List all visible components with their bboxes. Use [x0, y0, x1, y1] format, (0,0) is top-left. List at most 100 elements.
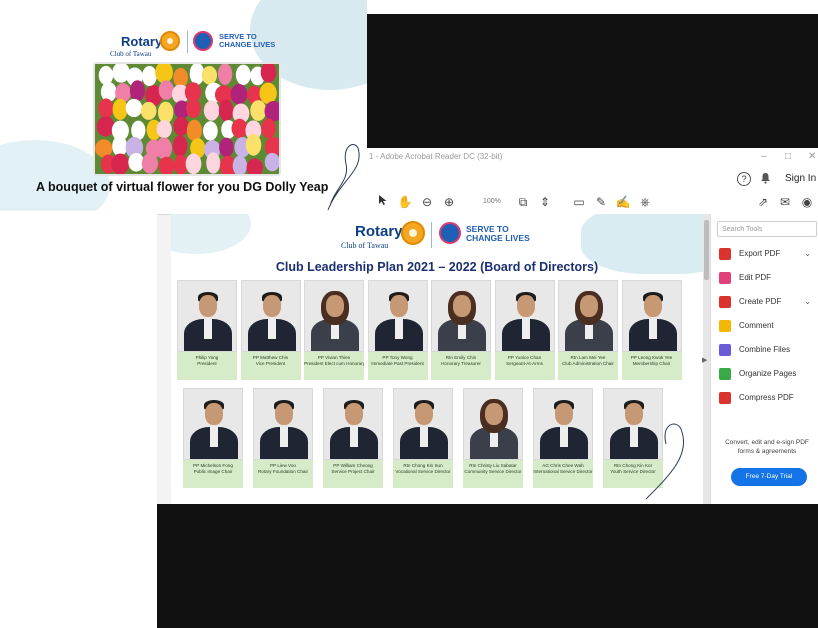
member-role: Rotary Foundation Chair [257, 468, 309, 474]
tool-create-pdf[interactable]: Create PDF ⌄ [719, 294, 817, 310]
member-caption: PP Vivian Thien President Elect cum Honor… [304, 352, 364, 380]
member-caption: PP Leong Kwok Yee Membership Chair [621, 352, 682, 380]
free-trial-button[interactable]: Free 7-Day Trial [731, 468, 807, 486]
tulip-flower [206, 152, 221, 174]
serve-to-change-lives-icon [439, 222, 461, 244]
scroll-icon[interactable]: ⇕ [537, 194, 553, 210]
promo-text: Convert, edit and e-sign PDF forms & agr… [725, 439, 809, 455]
theme-line-2: CHANGE LIVES [219, 39, 276, 49]
tulip-flower [128, 153, 145, 172]
tulip-flower [98, 98, 114, 119]
member-role: Vice President [255, 360, 286, 366]
sign-in-link[interactable]: Sign In [785, 173, 816, 184]
decorative-stroke [327, 144, 360, 211]
tool-combine-files[interactable]: Combine Files [719, 342, 817, 358]
serve-to-change-lives-icon [193, 31, 213, 51]
page-watercolor-left [171, 214, 251, 254]
member-caption: Rtn Christy Liu Sabatar Community Service… [463, 460, 523, 488]
tools-pane: Search Tools Export PDF ⌄ Edit PDF Create P… [710, 214, 818, 504]
tulip-flower [217, 64, 233, 85]
member-caption: Philip Yong President [177, 352, 237, 380]
collapse-pane-icon[interactable]: ▶ [702, 356, 707, 364]
tool-organize-pages[interactable]: Organize Pages [719, 366, 817, 382]
comment-icon[interactable]: ▭ [571, 194, 587, 210]
tulip-flower [98, 65, 114, 85]
close-button[interactable]: ✕ [808, 151, 816, 162]
tulip-flower [115, 83, 131, 103]
tool-label: Edit PDF [739, 273, 772, 282]
tulip-flower [185, 153, 202, 174]
member-role: Club Administration Chair [562, 360, 614, 366]
rotary-wheel-icon [160, 31, 180, 51]
member-role: Sergeant-At-Arms [506, 360, 543, 366]
search-tools-input[interactable]: Search Tools [717, 221, 817, 237]
member-role: Vocational Service Director [395, 468, 451, 474]
member-caption: Rtn Emily Chin Honorary Treasurer [431, 352, 491, 380]
tulip-flower [245, 134, 262, 156]
pdf-page: Rotary Club of Tawau SERVE TO CHANGE LIV… [171, 214, 703, 504]
share-icon[interactable]: ⇗ [755, 194, 771, 210]
scrollbar-thumb[interactable] [704, 220, 709, 280]
tulip-flower [230, 83, 248, 105]
logo-divider [187, 31, 188, 53]
tool-comment[interactable]: Comment [719, 318, 817, 334]
member-caption: PP William Cheong Service Project Chair [323, 460, 383, 488]
zoom-level-dropdown[interactable]: 100% [483, 198, 501, 205]
tulip-flower [219, 137, 234, 158]
tulip-flower [172, 135, 188, 157]
hand-icon[interactable]: ✋ [397, 194, 413, 210]
tulip-flower [96, 116, 115, 137]
tulip-flower [158, 101, 174, 124]
decorative-stroke [645, 423, 685, 500]
tool-icon [719, 272, 731, 284]
tulip-flower [201, 65, 218, 85]
tulip-flower [112, 98, 128, 120]
club-name: Club of Tawau [341, 241, 389, 250]
chevron-down-icon[interactable]: ⌄ [804, 246, 811, 262]
member-photo [463, 388, 523, 460]
pen-icon[interactable]: ✎ [593, 194, 609, 210]
tool-icon [719, 392, 731, 404]
rotary-wheel-icon [401, 221, 425, 245]
stamp-icon[interactable]: ⎈ [637, 194, 653, 210]
member-photo [393, 388, 453, 460]
tulips-picture [95, 64, 279, 174]
member-photo [183, 388, 243, 460]
tool-compress-pdf[interactable]: Compress PDF [719, 390, 817, 406]
member-photo [494, 280, 555, 352]
chevron-down-icon[interactable]: ⌄ [804, 294, 811, 310]
tool-edit-pdf[interactable]: Edit PDF [719, 270, 817, 286]
tool-label: Export PDF [739, 249, 781, 258]
minimize-button[interactable]: – [761, 151, 767, 162]
tulip-flower [95, 139, 113, 158]
member-caption: Rtn Chong Kin Sun Vocational Service Dire… [393, 460, 453, 488]
member-photo [240, 280, 301, 352]
tulip-flower [111, 153, 130, 174]
mail-icon[interactable]: ✉ [777, 194, 793, 210]
maximize-button[interactable]: □ [785, 151, 791, 162]
fit-page-icon[interactable]: ⧉ [515, 194, 531, 210]
zoom-out-icon[interactable]: ⊖ [419, 194, 435, 210]
user-icon[interactable]: ◉ [799, 194, 815, 210]
flower-caption: A bouquet of virtual flower for you DG D… [36, 180, 329, 194]
tool-export-pdf[interactable]: Export PDF ⌄ [719, 246, 817, 262]
tool-icon [719, 248, 731, 260]
notification-bell-icon[interactable] [760, 172, 771, 187]
member-photo [304, 280, 364, 352]
tool-label: Create PDF [739, 297, 782, 306]
member-role: Community Service Director [464, 468, 522, 474]
theme-text: SERVE TO CHANGE LIVES [466, 225, 530, 243]
help-icon[interactable]: ? [737, 172, 751, 186]
club-name: Club of Tawau [110, 50, 152, 58]
select-cursor-icon[interactable] [375, 194, 391, 210]
sign-icon[interactable]: ✍ [615, 194, 631, 210]
tulip-flower [158, 80, 174, 100]
tulip-flower [231, 118, 248, 139]
member-role: International Service Director [533, 468, 593, 474]
tulip-flower [141, 153, 158, 174]
tulip-flower [186, 98, 201, 119]
tulip-flower [156, 120, 172, 139]
member-caption: PP Tony Wong Immediate Past President [367, 352, 428, 380]
zoom-in-icon[interactable]: ⊕ [441, 194, 457, 210]
tulip-flower [203, 121, 218, 141]
